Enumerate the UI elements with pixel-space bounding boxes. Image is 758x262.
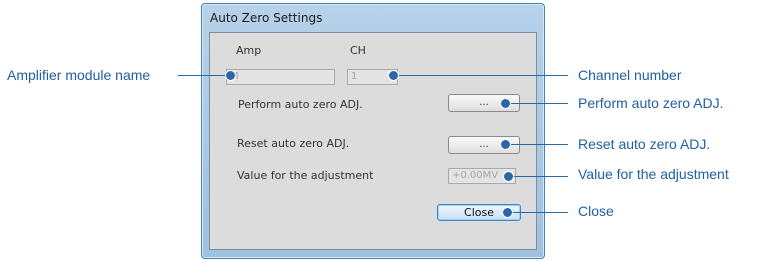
callout-line-perform <box>507 103 568 104</box>
callout-amplifier-module-name: Amplifier module name <box>7 67 151 83</box>
reset-auto-zero-label: Reset auto zero ADJ. <box>237 137 350 150</box>
callout-channel-number: Channel number <box>578 67 682 83</box>
callout-line-value <box>510 176 568 177</box>
callout-close: Close <box>578 203 614 219</box>
perform-auto-zero-label: Perform auto zero ADJ. <box>238 98 363 111</box>
callout-line-close <box>509 212 568 213</box>
marker-amp <box>225 70 236 81</box>
marker-channel <box>388 70 399 81</box>
value-adjustment-label: Value for the adjustment <box>237 169 374 182</box>
callout-reset-auto-zero: Reset auto zero ADJ. <box>578 136 711 152</box>
marker-perform <box>500 98 511 109</box>
callout-value-for-adjustment: Value for the adjustment <box>578 166 729 182</box>
amp-module-field[interactable]: M <box>226 69 335 85</box>
marker-close <box>502 207 513 218</box>
amp-label: Amp <box>236 44 262 57</box>
callout-perform-auto-zero: Perform auto zero ADJ. <box>578 95 724 111</box>
callout-line-amp <box>178 75 230 76</box>
dialog-title: Auto Zero Settings <box>210 11 323 25</box>
callout-line-channel <box>394 75 568 76</box>
ch-label: CH <box>350 44 366 57</box>
marker-reset <box>500 139 511 150</box>
callout-line-reset <box>507 144 568 145</box>
marker-value <box>503 171 514 182</box>
